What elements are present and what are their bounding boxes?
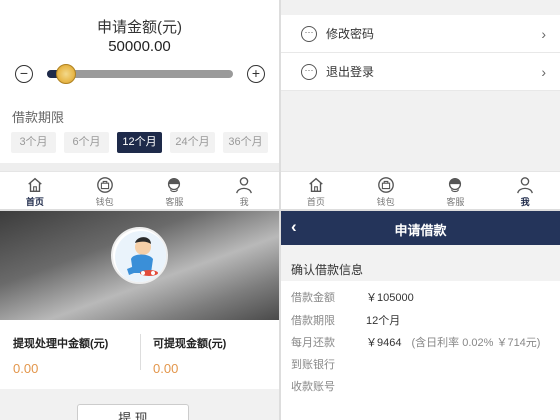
nav-me[interactable]: 我 <box>490 172 560 209</box>
nav-label: 客服 <box>165 197 184 207</box>
info-row-term: 借款期限 12个月 <box>291 312 400 328</box>
info-value: 12个月 <box>366 315 401 327</box>
available-amount-value: 0.00 <box>153 361 179 376</box>
user-icon <box>517 177 533 194</box>
avatar[interactable] <box>111 227 168 284</box>
chevron-right-icon: › <box>541 26 546 42</box>
info-row-account: 收款账号 <box>291 378 366 394</box>
change-password-item[interactable]: ··· 修改密码 › <box>281 15 560 53</box>
info-value: ￥9464 <box>366 337 402 349</box>
info-label: 每月还款 <box>291 337 335 349</box>
confirm-loan-panel: ‹ 申请借款 确认借款信息 借款金额 ￥105000 借款期限 12个月 每月还… <box>281 211 560 420</box>
more-icon: ··· <box>301 25 317 42</box>
settings-panel: ··· 修改密码 › ··· 退出登录 › 首页 钱包 客服 我 <box>281 0 560 209</box>
info-label: 借款期限 <box>291 315 335 327</box>
wallet-panel: 提现处理中金额(元) 0.00 可提现金额(元) 0.00 提 现 <box>0 211 279 420</box>
available-amount-label: 可提现金额(元) <box>153 338 227 350</box>
bottom-nav: 首页 钱包 客服 我 <box>0 171 279 209</box>
nav-label: 首页 <box>306 197 325 207</box>
decrease-amount-button[interactable]: − <box>15 65 33 83</box>
more-icon: ··· <box>301 63 317 80</box>
confirm-section-title: 确认借款信息 <box>291 263 364 277</box>
processing-amount-value: 0.00 <box>13 361 39 376</box>
menu-item-label: 修改密码 <box>326 27 375 41</box>
info-row-bank: 到账银行 <box>291 356 366 372</box>
loan-term-options: 3个月 6个月 12个月 24个月 36个月 <box>11 132 268 153</box>
withdraw-button[interactable]: 提 现 <box>77 404 189 420</box>
service-icon <box>168 178 181 193</box>
amount-slider-handle[interactable] <box>55 64 76 84</box>
user-icon <box>236 177 252 194</box>
service-icon <box>449 178 462 193</box>
info-label: 到账银行 <box>291 359 335 371</box>
chevron-right-icon: › <box>541 64 546 80</box>
nav-label: 钱包 <box>376 197 395 207</box>
menu-item-label: 退出登录 <box>326 65 375 79</box>
nav-service[interactable]: 客服 <box>421 172 491 209</box>
nav-wallet[interactable]: 钱包 <box>351 172 421 209</box>
loan-apply-panel: 申请金额(元) 50000.00 − + 借款期限 3个月 6个月 12个月 2… <box>0 0 279 209</box>
loan-info-list: 借款金额 ￥105000 借款期限 12个月 每月还款 ￥9464 (含日利率 … <box>281 281 560 420</box>
wallet-icon <box>96 177 113 193</box>
term-option-3[interactable]: 3个月 <box>11 132 56 153</box>
home-icon <box>28 177 42 192</box>
section-divider <box>0 163 279 171</box>
nav-label: 首页 <box>25 197 44 207</box>
home-icon <box>309 177 323 192</box>
available-amount-block: 可提现金额(元) 0.00 <box>153 335 226 376</box>
term-option-36[interactable]: 36个月 <box>223 132 268 153</box>
term-option-12[interactable]: 12个月 <box>117 132 162 153</box>
nav-label: 我 <box>520 197 530 207</box>
nav-wallet[interactable]: 钱包 <box>70 172 140 209</box>
nav-label: 客服 <box>446 197 465 207</box>
processing-amount-block: 提现处理中金额(元) 0.00 <box>13 335 108 376</box>
nav-home[interactable]: 首页 <box>0 172 70 209</box>
nav-label: 我 <box>239 197 249 207</box>
processing-amount-label: 提现处理中金额(元) <box>13 338 109 350</box>
settings-menu: ··· 修改密码 › ··· 退出登录 › <box>281 15 560 91</box>
loan-term-label: 借款期限 <box>12 110 65 125</box>
loan-amount-title: 申请金额(元) <box>97 19 182 36</box>
nav-home[interactable]: 首页 <box>281 172 351 209</box>
loan-amount-value: 50000.00 <box>108 38 171 55</box>
column-divider <box>140 334 141 370</box>
info-row-amount: 借款金额 ￥105000 <box>291 289 414 305</box>
nav-service[interactable]: 客服 <box>140 172 210 209</box>
wallet-icon <box>377 177 394 193</box>
info-label: 借款金额 <box>291 292 335 304</box>
logout-item[interactable]: ··· 退出登录 › <box>281 53 560 91</box>
info-label: 收款账号 <box>291 381 335 393</box>
info-row-monthly: 每月还款 ￥9464 (含日利率 0.02% ￥714元) <box>291 334 540 350</box>
info-value: ￥105000 <box>366 292 414 304</box>
page-title: 申请借款 <box>394 223 447 238</box>
term-option-24[interactable]: 24个月 <box>170 132 215 153</box>
nav-label: 钱包 <box>95 197 114 207</box>
page-header: ‹ 申请借款 <box>281 211 560 245</box>
term-option-6[interactable]: 6个月 <box>64 132 109 153</box>
increase-amount-button[interactable]: + <box>247 65 265 83</box>
info-note: (含日利率 0.02% ￥714元) <box>411 337 541 349</box>
bottom-nav: 首页 钱包 客服 我 <box>281 171 560 209</box>
nav-me[interactable]: 我 <box>209 172 279 209</box>
